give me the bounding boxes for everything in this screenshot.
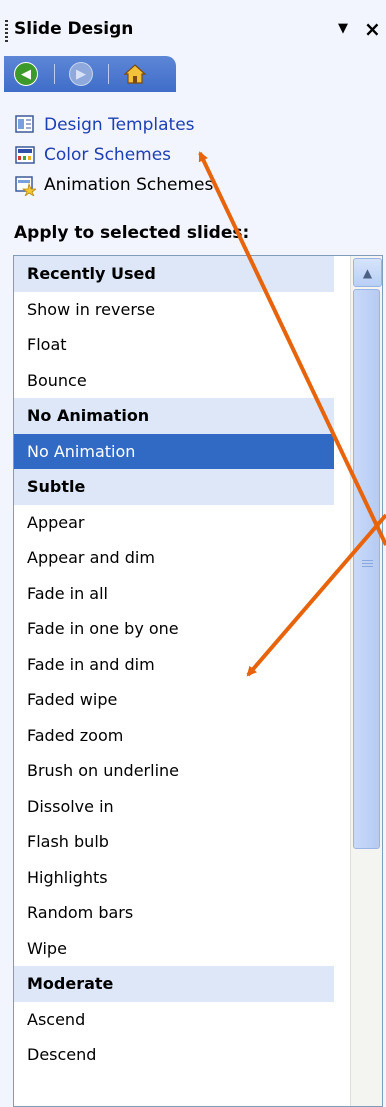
- grip-handle[interactable]: [5, 20, 8, 42]
- animation-schemes-label: Animation Schemes: [44, 175, 214, 195]
- list-item[interactable]: Faded zoom: [14, 718, 334, 754]
- animation-schemes-icon: [15, 176, 36, 196]
- list-item[interactable]: Faded wipe: [14, 682, 334, 718]
- color-schemes-icon: [15, 146, 35, 164]
- list-item[interactable]: Bounce: [14, 363, 334, 399]
- pane-links: Design Templates Color Schemes Animation…: [14, 110, 213, 200]
- nav-separator: [54, 64, 55, 84]
- animation-scheme-list[interactable]: Recently Used Show in reverse Float Boun…: [13, 255, 383, 1107]
- scroll-up-button[interactable]: ▲: [353, 258, 382, 287]
- list-item[interactable]: Float: [14, 327, 334, 363]
- list-item[interactable]: Show in reverse: [14, 292, 334, 328]
- scroll-thumb[interactable]: [353, 289, 380, 849]
- apply-to-label: Apply to selected slides:: [14, 223, 250, 243]
- list-item[interactable]: Random bars: [14, 895, 334, 931]
- list-item[interactable]: Fade in all: [14, 576, 334, 612]
- list-item[interactable]: Highlights: [14, 860, 334, 896]
- list-item[interactable]: Descend: [14, 1037, 334, 1073]
- color-schemes-link[interactable]: Color Schemes: [14, 140, 213, 170]
- list-item[interactable]: Ascend: [14, 1002, 334, 1038]
- design-templates-icon: [15, 115, 34, 133]
- chevron-up-icon: ▲: [362, 265, 373, 280]
- list-group-header: No Animation: [14, 398, 334, 434]
- design-templates-link[interactable]: Design Templates: [14, 110, 213, 140]
- back-arrow-icon: ◀: [14, 62, 38, 86]
- list-group-header: Recently Used: [14, 256, 334, 292]
- panel-title: Slide Design: [14, 19, 134, 39]
- close-button[interactable]: ×: [364, 17, 381, 41]
- home-button[interactable]: [121, 60, 149, 88]
- list-item-selected[interactable]: No Animation: [14, 433, 334, 469]
- list-item[interactable]: Fade in one by one: [14, 611, 334, 647]
- vertical-scrollbar[interactable]: ▲: [350, 256, 382, 1106]
- navigation-toolbar: ◀ ▶: [4, 56, 176, 92]
- list-group-header: Moderate: [14, 966, 334, 1002]
- list-item[interactable]: Brush on underline: [14, 753, 334, 789]
- forward-arrow-icon: ▶: [69, 62, 93, 86]
- forward-button[interactable]: ▶: [67, 60, 95, 88]
- list-item[interactable]: Appear: [14, 505, 334, 541]
- home-icon: [123, 64, 147, 84]
- list-item[interactable]: Flash bulb: [14, 824, 334, 860]
- thumb-grip-icon: [362, 560, 373, 568]
- list-group-header: Subtle: [14, 469, 334, 505]
- back-button[interactable]: ◀: [12, 60, 40, 88]
- list-item[interactable]: Wipe: [14, 931, 334, 967]
- panel-menu-button[interactable]: ▼: [338, 21, 348, 36]
- color-schemes-label: Color Schemes: [44, 145, 172, 165]
- design-templates-label: Design Templates: [44, 115, 195, 135]
- list-item[interactable]: Appear and dim: [14, 540, 334, 576]
- task-pane-titlebar: Slide Design ▼ ×: [0, 0, 386, 58]
- list-item[interactable]: Fade in and dim: [14, 647, 334, 683]
- nav-separator: [108, 64, 109, 84]
- animation-schemes-link[interactable]: Animation Schemes: [14, 170, 213, 200]
- list-item[interactable]: Dissolve in: [14, 789, 334, 825]
